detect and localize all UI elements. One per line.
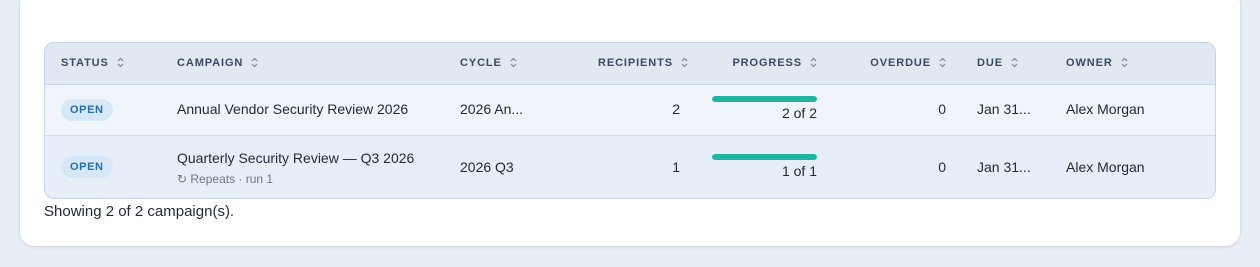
owner-value: Alex Morgan <box>1066 159 1145 175</box>
column-header-owner[interactable]: OWNER <box>1066 43 1128 84</box>
progress-label: 2 of 2 <box>781 105 817 121</box>
sort-icon <box>939 57 946 67</box>
table-header: STATUS CAMPAIGN CYCLE RECIPIENTS PROGRES… <box>45 43 1215 85</box>
overdue-value: 0 <box>938 159 946 175</box>
column-header-campaign[interactable]: CAMPAIGN <box>177 43 258 84</box>
campaign-name[interactable]: Quarterly Security Review — Q3 2026 <box>177 150 414 166</box>
column-header-label: OWNER <box>1066 57 1113 69</box>
repeat-info: ↻ Repeats · run 1 <box>177 172 274 186</box>
column-header-recipients[interactable]: RECIPIENTS <box>588 43 688 84</box>
due-value: Jan 31... <box>977 159 1031 175</box>
overdue-value: 0 <box>938 101 946 117</box>
sort-icon <box>117 57 124 67</box>
status-badge: OPEN <box>61 99 113 121</box>
cycle-value: 2026 An... <box>460 101 524 117</box>
column-header-label: PROGRESS <box>732 57 802 69</box>
table-row[interactable]: OPEN Annual Vendor Security Review 2026 … <box>45 85 1215 136</box>
table-row[interactable]: OPEN Quarterly Security Review — Q3 2026… <box>45 136 1215 198</box>
progress-bar <box>712 154 817 160</box>
column-header-progress[interactable]: PROGRESS <box>717 43 817 84</box>
progress-bar <box>712 96 817 102</box>
sort-icon <box>1121 57 1128 67</box>
column-header-label: RECIPIENTS <box>597 57 673 69</box>
column-header-overdue[interactable]: OVERDUE <box>846 43 946 84</box>
progress-bar-fill <box>712 96 817 102</box>
sort-icon <box>810 57 817 67</box>
column-header-label: CYCLE <box>460 57 502 69</box>
owner-value: Alex Morgan <box>1066 101 1145 117</box>
column-header-due[interactable]: DUE <box>977 43 1018 84</box>
campaign-name[interactable]: Annual Vendor Security Review 2026 <box>177 101 408 117</box>
column-header-status[interactable]: STATUS <box>61 43 124 84</box>
cycle-value: 2026 Q3 <box>460 159 514 175</box>
recipients-value: 2 <box>672 101 680 117</box>
column-header-label: CAMPAIGN <box>177 57 244 69</box>
campaigns-table: STATUS CAMPAIGN CYCLE RECIPIENTS PROGRES… <box>44 42 1216 199</box>
sort-icon <box>1011 57 1018 67</box>
column-header-label: OVERDUE <box>870 57 931 69</box>
progress-label: 1 of 1 <box>781 163 817 179</box>
sort-icon <box>510 57 517 67</box>
column-header-label: DUE <box>977 57 1003 69</box>
sort-icon <box>251 57 258 67</box>
column-header-cycle[interactable]: CYCLE <box>460 43 517 84</box>
due-value: Jan 31... <box>977 101 1031 117</box>
campaigns-card: STATUS CAMPAIGN CYCLE RECIPIENTS PROGRES… <box>20 0 1240 246</box>
column-header-label: STATUS <box>61 57 109 69</box>
results-summary: Showing 2 of 2 campaign(s). <box>44 203 235 220</box>
status-badge: OPEN <box>61 156 113 178</box>
progress-bar-fill <box>712 154 817 160</box>
recipients-value: 1 <box>672 159 680 175</box>
sort-icon <box>681 57 688 67</box>
